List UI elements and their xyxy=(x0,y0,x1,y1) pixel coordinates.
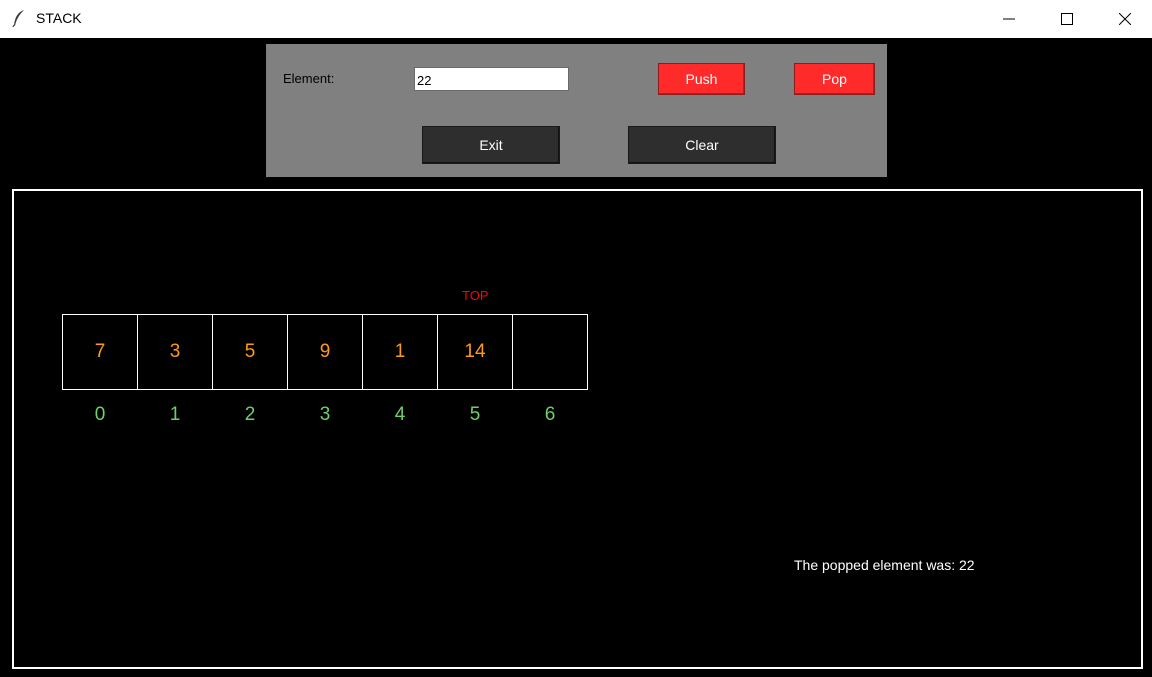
stack-index-3: 3 xyxy=(319,404,331,425)
push-button[interactable]: Push xyxy=(658,63,745,95)
element-input[interactable] xyxy=(414,67,569,91)
pop-button[interactable]: Pop xyxy=(794,63,875,95)
maximize-icon xyxy=(1061,13,1073,25)
stack-cell-1: 3 xyxy=(137,314,213,390)
top-pointer-label: TOP xyxy=(462,288,489,303)
feather-icon xyxy=(12,10,24,27)
stack-cell-4: 1 xyxy=(362,314,438,390)
stack-index-5: 5 xyxy=(469,404,481,425)
stack-cell-6 xyxy=(512,314,588,390)
stack-index-0: 0 xyxy=(94,404,106,425)
popped-status-text: The popped element was: 22 xyxy=(794,557,975,573)
window-title: STACK xyxy=(36,10,82,26)
stack-index-1: 1 xyxy=(169,404,181,425)
stack-canvas xyxy=(12,189,1143,669)
minimize-icon xyxy=(1003,18,1015,20)
stack-cell-5: 14 xyxy=(437,314,513,390)
title-bar: STACK xyxy=(0,0,1152,38)
close-button[interactable] xyxy=(1096,0,1152,38)
stack-index-6: 6 xyxy=(544,404,556,425)
stack-index-4: 4 xyxy=(394,404,406,425)
control-panel: Element: Push Pop Exit Clear xyxy=(266,44,887,177)
close-icon xyxy=(1119,13,1131,25)
stack-cell-3: 9 xyxy=(287,314,363,390)
stack-cell-0: 7 xyxy=(62,314,138,390)
element-label: Element: xyxy=(283,71,335,86)
exit-button[interactable]: Exit xyxy=(422,126,560,164)
stack-cell-2: 5 xyxy=(212,314,288,390)
clear-button[interactable]: Clear xyxy=(628,126,776,164)
stack-index-2: 2 xyxy=(244,404,256,425)
minimize-button[interactable] xyxy=(980,0,1038,38)
maximize-button[interactable] xyxy=(1038,0,1096,38)
